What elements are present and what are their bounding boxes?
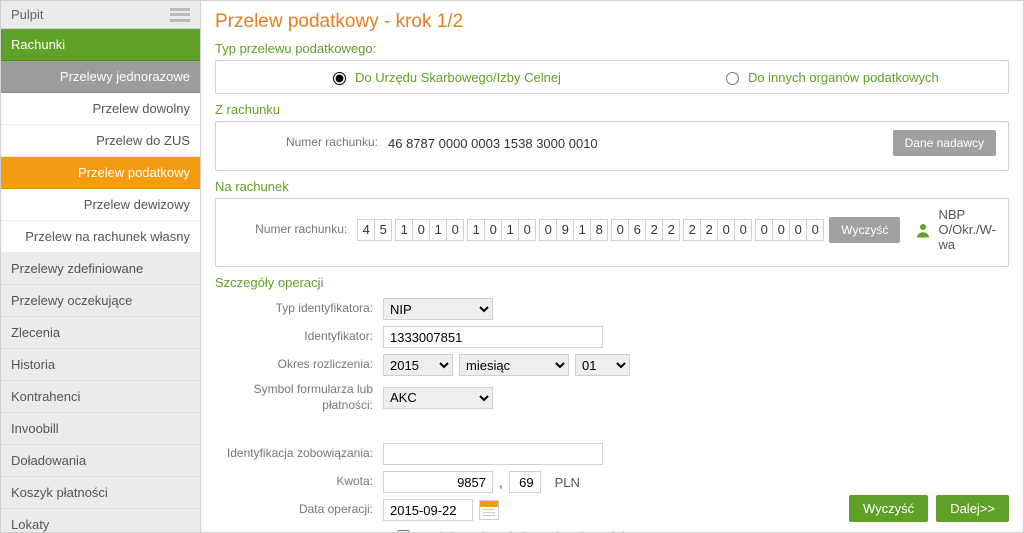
currency-label: PLN xyxy=(555,475,580,490)
bank-icon xyxy=(914,221,932,239)
acct-digit[interactable]: 1 xyxy=(501,219,519,241)
sidebar-sub-przelewy-jednorazowe[interactable]: Przelewy jednorazowe xyxy=(1,61,200,93)
radio-urzad-skarbowy-input[interactable] xyxy=(333,72,346,85)
sidebar-sub-przelew-do-zus[interactable]: Przelew do ZUS xyxy=(1,125,200,157)
acct-digit[interactable]: 0 xyxy=(446,219,464,241)
ident-label: Identyfikator: xyxy=(223,329,383,345)
menu-icon[interactable] xyxy=(170,8,190,22)
details-label: Szczegóły operacji xyxy=(215,275,1009,290)
sidebar-item-doladowania[interactable]: Doładowania xyxy=(1,445,200,477)
acct-digit[interactable]: 1 xyxy=(467,219,485,241)
period-year-select[interactable]: 2015 xyxy=(383,354,453,376)
sidebar-title: Pulpit xyxy=(11,7,44,22)
type-label: Typ przelewu podatkowego: xyxy=(215,41,1009,56)
sidebar-item-przelewy-oczekujace[interactable]: Przelewy oczekujące xyxy=(1,285,200,317)
sender-data-button[interactable]: Dane nadawcy xyxy=(893,130,996,156)
acct-digit[interactable]: 0 xyxy=(755,219,773,241)
acct-digit[interactable]: 6 xyxy=(628,219,646,241)
sidebar-item-historia[interactable]: Historia xyxy=(1,349,200,381)
acct-digit[interactable]: 0 xyxy=(717,219,735,241)
acct-digit[interactable]: 0 xyxy=(806,219,824,241)
date-input[interactable] xyxy=(383,499,473,521)
from-acct-value: 46 8787 0000 0003 1538 3000 0010 xyxy=(388,136,598,151)
calendar-icon[interactable] xyxy=(479,500,499,520)
sidebar-sub-przelew-dewizowy[interactable]: Przelew dewizowy xyxy=(1,189,200,221)
acct-digit[interactable]: 0 xyxy=(412,219,430,241)
to-account-panel: Numer rachunku: 451010101009180622220000… xyxy=(215,198,1009,267)
to-account-label: Na rachunek xyxy=(215,179,1009,194)
sidebar-item-rachunki[interactable]: Rachunki xyxy=(1,29,200,61)
bottom-buttons: Wyczyść Dalej>> xyxy=(849,495,1009,522)
sidebar-sub-przelew-podatkowy[interactable]: Przelew podatkowy xyxy=(1,157,200,189)
date-label: Data operacji: xyxy=(223,502,383,518)
period-kind-select[interactable]: miesiąc xyxy=(459,354,569,376)
acct-digit[interactable]: 1 xyxy=(573,219,591,241)
radio-inne-organy-label: Do innych organów podatkowych xyxy=(748,70,939,85)
sidebar-item-invoobill[interactable]: Invoobill xyxy=(1,413,200,445)
acct-digit[interactable]: 0 xyxy=(734,219,752,241)
sidebar-sub-przelew-dowolny[interactable]: Przelew dowolny xyxy=(1,93,200,125)
amount-separator: , xyxy=(499,475,503,490)
acct-digit[interactable]: 2 xyxy=(645,219,663,241)
acct-digit[interactable]: 2 xyxy=(683,219,701,241)
acct-digit[interactable]: 0 xyxy=(772,219,790,241)
add-to-cart-label: Dodaj przelew do koszyka płatności xyxy=(419,529,625,532)
main-panel: Przelew podatkowy - krok 1/2 Typ przelew… xyxy=(201,1,1023,532)
id-type-select[interactable]: NIP xyxy=(383,298,493,320)
add-to-cart-checkbox[interactable] xyxy=(397,530,410,532)
oblig-input[interactable] xyxy=(383,443,603,465)
acct-digit[interactable]: 5 xyxy=(374,219,392,241)
page-title: Przelew podatkowy - krok 1/2 xyxy=(215,11,1009,33)
acct-digit[interactable]: 0 xyxy=(518,219,536,241)
clear-acct-button[interactable]: Wyczyść xyxy=(829,217,900,243)
acct-digit[interactable]: 2 xyxy=(700,219,718,241)
acct-digit[interactable]: 1 xyxy=(429,219,447,241)
to-acct-input[interactable]: 45101010100918062222000000 xyxy=(357,219,823,241)
from-account-label: Z rachunku xyxy=(215,102,1009,117)
to-acct-num-label: Numer rachunku: xyxy=(228,222,357,238)
sidebar-sub-przelew-wlasny[interactable]: Przelew na rachunek własny xyxy=(1,221,200,253)
acct-digit[interactable]: 8 xyxy=(590,219,608,241)
acct-digit[interactable]: 2 xyxy=(662,219,680,241)
sidebar-header: Pulpit xyxy=(1,1,200,29)
radio-urzad-skarbowy[interactable]: Do Urzędu Skarbowego/Izby Celnej xyxy=(328,69,561,85)
acct-digit[interactable]: 0 xyxy=(611,219,629,241)
acct-digit[interactable]: 0 xyxy=(539,219,557,241)
id-type-label: Typ identyfikatora: xyxy=(223,301,383,317)
type-panel: Do Urzędu Skarbowego/Izby Celnej Do inny… xyxy=(215,60,1009,94)
symbol-label: Symbol formularza lub płatności: xyxy=(223,382,383,413)
sidebar-item-koszyk-platnosci[interactable]: Koszyk płatności xyxy=(1,477,200,509)
sidebar-item-przelewy-zdefiniowane[interactable]: Przelewy zdefiniowane xyxy=(1,253,200,285)
radio-inne-organy-input[interactable] xyxy=(726,72,739,85)
sidebar-item-lokaty[interactable]: Lokaty xyxy=(1,509,200,533)
from-acct-num-label: Numer rachunku: xyxy=(228,135,388,151)
acct-digit[interactable]: 0 xyxy=(789,219,807,241)
acct-digit[interactable]: 4 xyxy=(357,219,375,241)
amount-main-input[interactable] xyxy=(383,471,493,493)
from-account-panel: Numer rachunku: 46 8787 0000 0003 1538 3… xyxy=(215,121,1009,171)
acct-digit[interactable]: 9 xyxy=(556,219,574,241)
acct-digit[interactable]: 0 xyxy=(484,219,502,241)
symbol-select[interactable]: AKC xyxy=(383,387,493,409)
period-num-select[interactable]: 01 xyxy=(575,354,630,376)
amount-label: Kwota: xyxy=(223,474,383,490)
radio-inne-organy[interactable]: Do innych organów podatkowych xyxy=(721,69,939,85)
radio-urzad-skarbowy-label: Do Urzędu Skarbowego/Izby Celnej xyxy=(355,70,561,85)
next-button[interactable]: Dalej>> xyxy=(936,495,1009,522)
bank-name: NBP O/Okr./W-wa xyxy=(938,207,996,252)
clear-form-button[interactable]: Wyczyść xyxy=(849,495,928,522)
amount-dec-input[interactable] xyxy=(509,471,541,493)
sidebar: Pulpit Rachunki Przelewy jednorazowe Prz… xyxy=(1,1,201,532)
sidebar-item-kontrahenci[interactable]: Kontrahenci xyxy=(1,381,200,413)
ident-input[interactable] xyxy=(383,326,603,348)
oblig-label: Identyfikacja zobowiązania: xyxy=(223,446,383,462)
acct-digit[interactable]: 1 xyxy=(395,219,413,241)
sidebar-item-zlecenia[interactable]: Zlecenia xyxy=(1,317,200,349)
period-label: Okres rozliczenia: xyxy=(223,357,383,373)
